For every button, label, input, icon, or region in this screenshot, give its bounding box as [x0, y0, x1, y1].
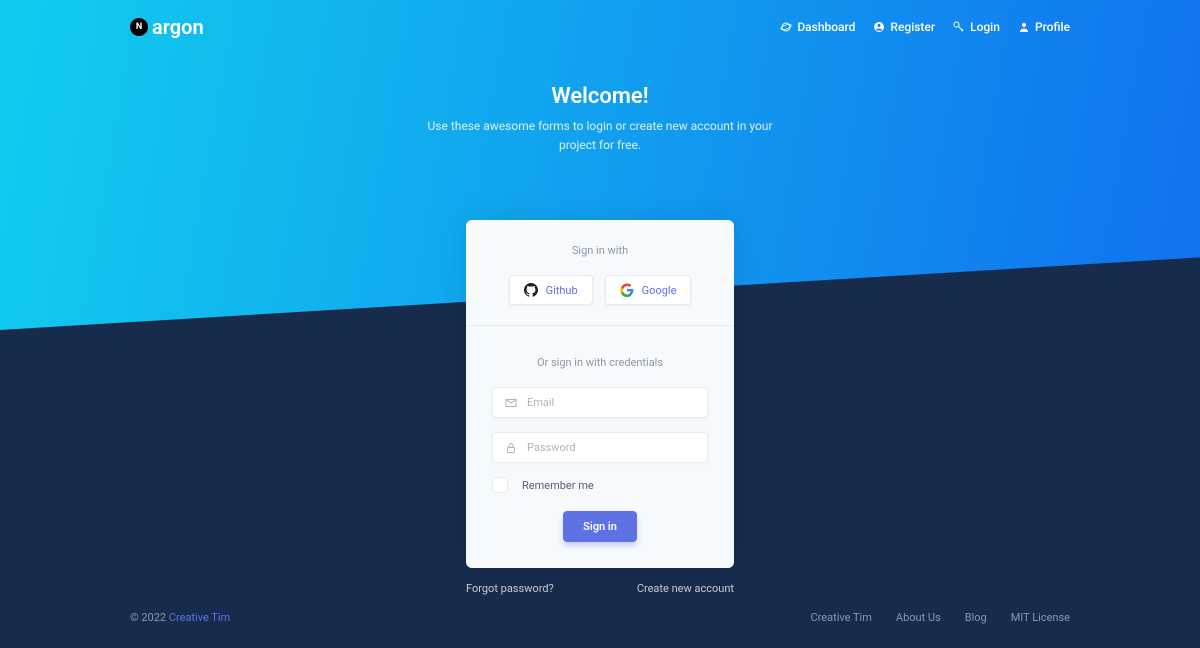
footer-blog-link[interactable]: Blog	[965, 611, 987, 624]
remember-label: Remember me	[522, 479, 594, 492]
google-button[interactable]: Google	[605, 275, 692, 305]
remember-group: Remember me	[492, 477, 708, 493]
password-group	[492, 432, 708, 463]
password-input[interactable]	[527, 441, 695, 454]
hero-title: Welcome!	[0, 84, 1200, 109]
email-icon	[505, 397, 517, 409]
nav-profile[interactable]: Profile	[1018, 20, 1070, 34]
social-buttons: Github Google	[486, 275, 714, 305]
github-button[interactable]: Github	[509, 275, 593, 305]
brand-name: argon	[152, 15, 204, 39]
signin-with-label: Sign in with	[486, 244, 714, 257]
nav-dashboard[interactable]: Dashboard	[780, 20, 855, 34]
card-header: Sign in with Github Google	[466, 220, 734, 326]
page-footer: © 2022 Creative Tim Creative Tim About U…	[130, 611, 1070, 624]
login-card: Sign in with Github Google Or sign in wi…	[466, 220, 734, 568]
footer-about-link[interactable]: About Us	[896, 611, 941, 624]
nav-login[interactable]: Login	[953, 20, 1000, 34]
credentials-label: Or sign in with credentials	[492, 356, 708, 369]
nav-register[interactable]: Register	[873, 20, 935, 34]
nav-profile-label: Profile	[1035, 20, 1070, 34]
forgot-password-link[interactable]: Forgot password?	[466, 582, 554, 595]
hero-subtitle: Use these awesome forms to login or crea…	[420, 117, 780, 155]
key-icon	[953, 21, 965, 33]
footer-license-link[interactable]: MIT License	[1011, 611, 1070, 624]
nav-links: Dashboard Register Login Profile	[780, 20, 1070, 34]
hero-text: Welcome! Use these awesome forms to logi…	[0, 84, 1200, 155]
user-circle-icon	[873, 21, 885, 33]
email-group	[492, 387, 708, 418]
github-label: Github	[546, 284, 578, 297]
signin-button[interactable]: Sign in	[563, 511, 637, 542]
card-footer-links: Forgot password? Create new account	[466, 582, 734, 595]
email-input[interactable]	[527, 396, 695, 409]
nav-dashboard-label: Dashboard	[797, 20, 855, 34]
create-account-link[interactable]: Create new account	[637, 582, 734, 595]
google-icon	[620, 283, 634, 297]
footer-nav: Creative Tim About Us Blog MIT License	[811, 611, 1070, 624]
logo[interactable]: N argon	[130, 15, 204, 39]
github-icon	[524, 283, 538, 297]
card-body: Or sign in with credentials Remember me …	[466, 326, 734, 568]
nav-register-label: Register	[890, 20, 935, 34]
footer-creative-link[interactable]: Creative Tim	[811, 611, 872, 624]
lock-icon	[505, 442, 517, 454]
copyright-text: © 2022	[130, 611, 169, 624]
user-icon	[1018, 21, 1030, 33]
top-nav: N argon Dashboard Register Login Profile	[130, 0, 1070, 54]
logo-icon: N	[130, 18, 148, 36]
remember-checkbox[interactable]	[492, 477, 508, 493]
copyright: © 2022 Creative Tim	[130, 611, 230, 624]
google-label: Google	[642, 284, 677, 297]
nav-login-label: Login	[970, 20, 1000, 34]
planet-icon	[780, 21, 792, 33]
brand-link[interactable]: Creative Tim	[169, 611, 230, 624]
